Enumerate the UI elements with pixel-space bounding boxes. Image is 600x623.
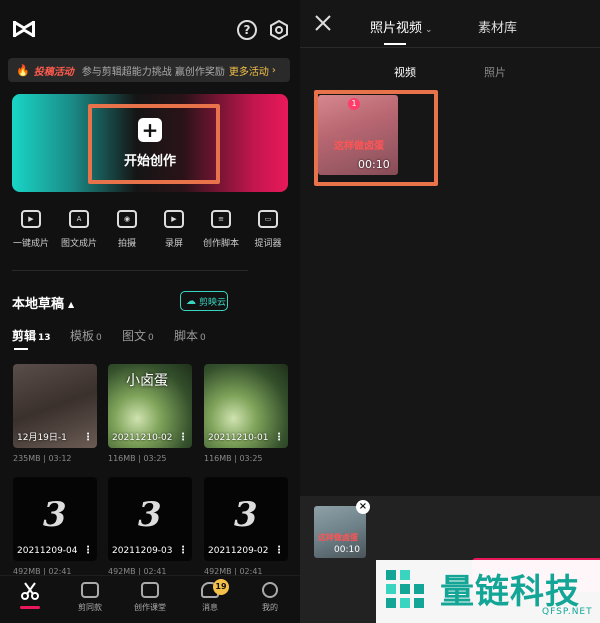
draft-thumbnail[interactable]: 20211210-01 ⋮ xyxy=(204,364,288,448)
tool-screen-record[interactable]: ▶ 录屏 xyxy=(149,210,199,249)
filter-videos[interactable]: 视频 xyxy=(394,64,416,80)
thumbnail-overlay-text: 3 xyxy=(234,495,258,535)
draft-thumbnail[interactable]: 3 20211209-03 ⋮ xyxy=(108,477,192,561)
camera-icon: ◉ xyxy=(117,210,137,228)
watermark-logo-icon xyxy=(386,570,424,608)
more-menu-icon[interactable]: ⋮ xyxy=(83,545,93,556)
thumbnail-overlay-text: 小卤蛋 xyxy=(126,373,168,389)
chevron-down-icon: ⌄ xyxy=(425,25,433,35)
draft-thumbnail[interactable]: 3 20211209-04 ⋮ xyxy=(13,477,97,561)
bottom-nav: 剪同款 创作课堂 19 消息 我的 xyxy=(0,575,300,623)
tab-template[interactable]: 模板 0 xyxy=(70,327,102,344)
close-icon[interactable] xyxy=(314,14,332,32)
draft-thumbnail[interactable]: 12月19日-1 ⋮ xyxy=(13,364,97,448)
draft-item[interactable]: 3 20211209-04 ⋮ 492MB | 02:41 xyxy=(13,477,99,576)
draft-meta: 116MB | 03:25 xyxy=(108,454,167,463)
graduation-cap-icon xyxy=(141,582,159,598)
local-drafts-toggle[interactable]: 本地草稿 ▲ xyxy=(12,293,74,312)
more-menu-icon[interactable]: ⋮ xyxy=(178,545,188,556)
banner-tag: 投稿活动 xyxy=(33,66,74,78)
tool-label: 录屏 xyxy=(164,239,183,249)
top-bar: ? xyxy=(0,0,300,56)
more-menu-icon[interactable]: ⋮ xyxy=(178,432,188,443)
thumbnail-overlay-text: 3 xyxy=(138,495,162,535)
tool-label: 创作脚本 xyxy=(202,239,239,249)
document-icon: ≡ xyxy=(211,210,231,228)
tab-photos-videos[interactable]: 照片视频 ⌄ xyxy=(370,17,433,45)
help-icon[interactable]: ? xyxy=(237,20,257,40)
drafts-title: 本地草稿 xyxy=(12,297,65,312)
more-menu-icon[interactable]: ⋮ xyxy=(83,432,93,443)
more-menu-icon[interactable]: ⋮ xyxy=(274,432,284,443)
play-icon: ▶ xyxy=(21,210,41,228)
draft-meta: 235MB | 03:12 xyxy=(13,454,72,463)
cloud-upload-icon: ☁ xyxy=(186,295,196,307)
chevron-right-icon: › xyxy=(271,64,276,76)
divider xyxy=(12,270,248,271)
watermark-url: QFSP.NET xyxy=(542,607,593,617)
watermark: 量链科技 QFSP.NET xyxy=(376,560,600,623)
draft-thumbnail[interactable]: 小卤蛋 20211210-02 ⋮ xyxy=(108,364,192,448)
draft-item[interactable]: 3 20211209-02 ⋮ 492MB | 02:41 xyxy=(204,477,290,576)
film-icon xyxy=(81,582,99,598)
media-caption: 这样做卤蛋 xyxy=(318,533,358,542)
text-image-icon: A xyxy=(69,210,89,228)
tab-image-text[interactable]: 图文 0 xyxy=(122,327,154,344)
nav-messages[interactable]: 19 消息 xyxy=(185,579,235,613)
fire-icon: 🔥 xyxy=(16,63,30,77)
caret-up-icon: ▲ xyxy=(68,300,75,309)
video-camera-icon: ▶ xyxy=(164,210,184,228)
banner-text: 参与剪辑超能力挑战 赢创作奖励 xyxy=(81,66,225,78)
home-panel: ? 🔥 投稿活动 参与剪辑超能力挑战 赢创作奖励 更多活动 › + 开始创作 ▶… xyxy=(0,0,300,623)
tool-teleprompter[interactable]: ▭ 提词器 xyxy=(243,210,293,249)
activity-banner[interactable]: 🔥 投稿活动 参与剪辑超能力挑战 赢创作奖励 更多活动 › xyxy=(8,58,290,82)
more-activities-link[interactable]: 更多活动 xyxy=(229,63,269,78)
message-count-badge: 19 xyxy=(213,579,229,595)
picker-header: 照片视频 ⌄ 素材库 xyxy=(300,0,600,48)
tool-camera[interactable]: ◉ 拍摄 xyxy=(102,210,152,249)
tool-label: 一键成片 xyxy=(12,239,49,249)
draft-item[interactable]: 小卤蛋 20211210-02 ⋮ 116MB | 03:25 xyxy=(108,364,194,463)
draft-meta: 116MB | 03:25 xyxy=(204,454,263,463)
remove-icon[interactable]: × xyxy=(356,500,370,514)
tool-label: 拍摄 xyxy=(117,239,136,249)
cloud-button[interactable]: ☁ 剪映云 xyxy=(180,291,228,311)
active-indicator xyxy=(20,606,40,609)
highlight-box xyxy=(314,90,438,186)
tool-label: 提词器 xyxy=(254,239,282,249)
filter-photos[interactable]: 照片 xyxy=(484,64,506,80)
thumbnail-overlay-text: 3 xyxy=(43,495,67,535)
person-icon xyxy=(262,582,278,598)
scissors-icon xyxy=(21,582,39,600)
draft-item[interactable]: 3 20211209-03 ⋮ 492MB | 02:41 xyxy=(108,477,194,576)
tool-text-to-video[interactable]: A 图文成片 xyxy=(54,210,104,249)
tab-edit[interactable]: 剪辑 13 xyxy=(12,327,51,350)
more-menu-icon[interactable]: ⋮ xyxy=(274,545,284,556)
nav-edit[interactable] xyxy=(5,582,55,609)
cloud-label: 剪映云 xyxy=(199,297,227,308)
nav-creator-class[interactable]: 创作课堂 xyxy=(125,582,175,613)
watermark-text: 量链科技 xyxy=(440,572,580,612)
teleprompter-icon: ▭ xyxy=(258,210,278,228)
capcut-logo xyxy=(13,20,35,38)
tab-material-library[interactable]: 素材库 xyxy=(478,17,517,36)
nav-templates[interactable]: 剪同款 xyxy=(65,582,115,613)
media-duration: 00:10 xyxy=(334,545,360,555)
tool-script[interactable]: ≡ 创作脚本 xyxy=(196,210,246,249)
draft-item[interactable]: 12月19日-1 ⋮ 235MB | 03:12 xyxy=(13,364,99,463)
selected-media-thumb[interactable]: 这样做卤蛋 00:10 xyxy=(314,506,366,558)
tab-script[interactable]: 脚本 0 xyxy=(174,327,206,344)
nav-profile[interactable]: 我的 xyxy=(245,582,295,613)
settings-hexagon-icon[interactable] xyxy=(268,19,290,41)
tool-one-click-video[interactable]: ▶ 一键成片 xyxy=(6,210,56,249)
highlight-box xyxy=(88,104,220,184)
draft-thumbnail[interactable]: 3 20211209-02 ⋮ xyxy=(204,477,288,561)
tool-label: 图文成片 xyxy=(60,239,97,249)
draft-item[interactable]: 20211210-01 ⋮ 116MB | 03:25 xyxy=(204,364,290,463)
quick-tools: ▶ 一键成片 A 图文成片 ◉ 拍摄 ▶ 录屏 ≡ 创作脚本 ▭ 提词器 xyxy=(0,210,300,260)
